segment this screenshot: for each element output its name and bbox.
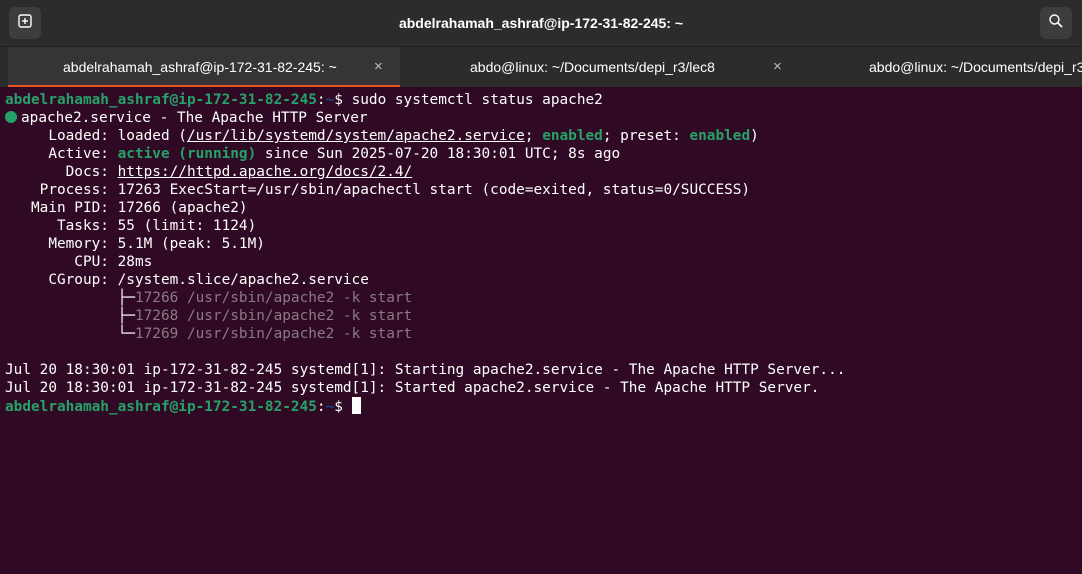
tab-label: abdo@linux: ~/Documents/depi_r3/lec8: [869, 59, 1082, 75]
tab-terminal-3[interactable]: abdo@linux: ~/Documents/depi_r3/lec8: [800, 47, 1082, 87]
terminal-line-cgroup: CGroup: /system.slice/apache2.service: [5, 272, 369, 288]
command-text: sudo systemctl status apache2: [351, 92, 603, 108]
process-entry: 17269 /usr/sbin/apache2 -k start: [134, 326, 413, 342]
process-entry: 17266 /usr/sbin/apache2 -k start: [134, 290, 413, 306]
terminal-line-memory: Memory: 5.1M (peak: 5.1M): [5, 236, 265, 252]
prompt-separator: :: [316, 399, 326, 415]
preset-label: ; preset:: [602, 128, 690, 144]
tab-terminal-2[interactable]: abdo@linux: ~/Documents/depi_r3/lec8 ×: [400, 47, 800, 87]
cgroup-process-row: └─17269 /usr/sbin/apache2 -k start: [5, 325, 413, 343]
loaded-close: ): [750, 128, 759, 144]
terminal-line-active: Active: active (running) since Sun 2025-…: [5, 145, 620, 163]
terminal-output[interactable]: abdelrahamah_ashraf@ip-172-31-82-245:~$ …: [0, 88, 1082, 574]
tab-label: abdelrahamah_ashraf@ip-172-31-82-245: ~: [63, 59, 337, 75]
prompt-separator: :: [316, 92, 326, 108]
tab-active-terminal[interactable]: abdelrahamah_ashraf@ip-172-31-82-245: ~ …: [8, 47, 400, 87]
process-entry: 17268 /usr/sbin/apache2 -k start: [134, 308, 413, 324]
active-label: Active:: [5, 146, 118, 162]
tab-close-icon[interactable]: ×: [773, 47, 782, 87]
active-since: since Sun 2025-07-20 18:30:01 UTC; 8s ag…: [256, 146, 621, 162]
text-cursor[interactable]: [351, 397, 361, 414]
unit-file-path: /usr/lib/systemd/system/apache2.service: [186, 128, 525, 144]
active-state: active (running): [117, 146, 257, 162]
cgroup-process-row: ├─17266 /usr/sbin/apache2 -k start: [5, 289, 413, 307]
tab-close-icon[interactable]: ×: [374, 47, 383, 87]
terminal-line-main-pid: Main PID: 17266 (apache2): [5, 200, 248, 216]
docs-label: Docs:: [5, 164, 118, 180]
active-tab-indicator: [8, 85, 400, 87]
prompt-user: abdelrahamah_ashraf@ip-172-31-82-245: [5, 399, 317, 415]
window-title: abdelrahamah_ashraf@ip-172-31-82-245: ~: [398, 15, 684, 31]
terminal-line-process: Process: 17263 ExecStart=/usr/sbin/apach…: [5, 182, 751, 198]
prompt-user: abdelrahamah_ashraf@ip-172-31-82-245: [5, 92, 317, 108]
terminal-line-prompt: abdelrahamah_ashraf@ip-172-31-82-245:~$: [5, 397, 361, 415]
unit-description: apache2.service - The Apache HTTP Server: [21, 110, 368, 126]
search-icon: [1048, 13, 1064, 34]
status-dot-icon: [5, 111, 17, 123]
loaded-label: Loaded:: [5, 128, 118, 144]
prompt-path: ~: [325, 92, 335, 108]
terminal-line-docs: Docs: https://httpd.apache.org/docs/2.4/: [5, 163, 413, 181]
loaded-pre: loaded (: [117, 128, 187, 144]
preset-state: enabled: [689, 128, 751, 144]
terminal-line-unit: apache2.service - The Apache HTTP Server: [5, 109, 368, 127]
enabled-state: enabled: [542, 128, 603, 144]
tab-bar: abdelrahamah_ashraf@ip-172-31-82-245: ~ …: [0, 47, 1082, 87]
journal-log-line: Jul 20 18:30:01 ip-172-31-82-245 systemd…: [5, 380, 820, 396]
search-button[interactable]: [1040, 7, 1072, 39]
tree-branch: ├─: [5, 308, 135, 324]
window-titlebar: abdelrahamah_ashraf@ip-172-31-82-245: ~: [0, 0, 1082, 47]
loaded-sep: ;: [524, 128, 543, 144]
prompt-symbol: $: [334, 92, 352, 108]
terminal-line-tasks: Tasks: 55 (limit: 1124): [5, 218, 257, 234]
terminal-line-cpu: CPU: 28ms: [5, 254, 153, 270]
prompt-symbol: $: [334, 399, 352, 415]
docs-link[interactable]: https://httpd.apache.org/docs/2.4/: [118, 164, 413, 180]
tree-branch: ├─: [5, 290, 135, 306]
terminal-line-loaded: Loaded: loaded (/usr/lib/systemd/system/…: [5, 127, 759, 145]
prompt-path: ~: [325, 399, 335, 415]
tree-branch: └─: [5, 326, 135, 342]
terminal-line-command: abdelrahamah_ashraf@ip-172-31-82-245:~$ …: [5, 91, 603, 109]
tab-label: abdo@linux: ~/Documents/depi_r3/lec8: [470, 59, 715, 75]
cgroup-process-row: ├─17268 /usr/sbin/apache2 -k start: [5, 307, 413, 325]
journal-log-line: Jul 20 18:30:01 ip-172-31-82-245 systemd…: [5, 362, 846, 378]
